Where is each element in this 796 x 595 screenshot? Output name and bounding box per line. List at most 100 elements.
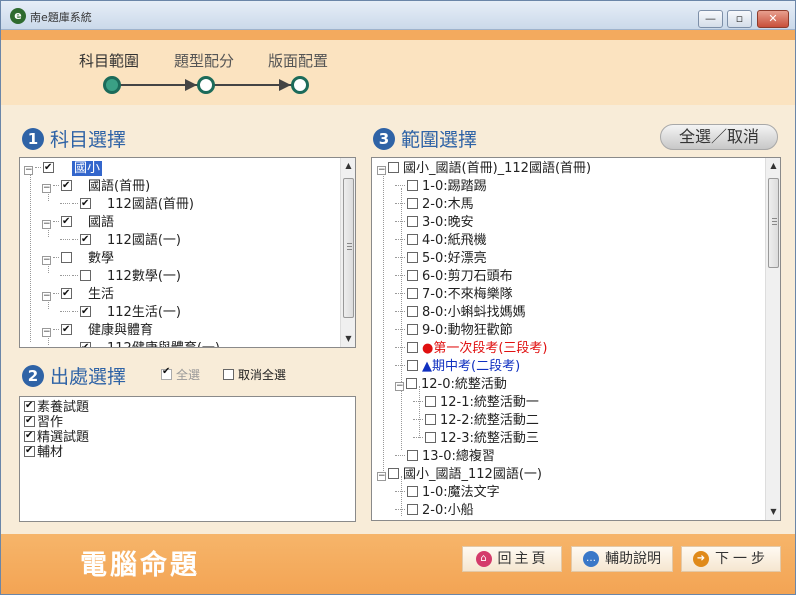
maximize-button[interactable]: ▫ xyxy=(727,10,752,28)
collapse-icon[interactable]: − xyxy=(377,472,386,481)
tree-checkbox[interactable] xyxy=(80,195,91,213)
help-button[interactable]: … 輔助說明 xyxy=(571,546,673,572)
collapse-icon[interactable]: − xyxy=(42,256,51,265)
range-tree-item[interactable]: − 國小_國語_112國語(一) xyxy=(377,466,542,484)
subject-tree-item[interactable]: 112國語(首冊) xyxy=(60,195,194,214)
range-tree-item[interactable]: 6-0:剪刀石頭布 xyxy=(395,268,513,286)
tree-checkbox[interactable] xyxy=(80,303,91,321)
source-list-panel[interactable]: 素養試題習作精選試題輔材 xyxy=(19,396,356,522)
subject-tree-item[interactable]: − 國語 xyxy=(42,213,114,232)
tree-checkbox[interactable] xyxy=(406,378,417,389)
range-tree-item[interactable]: 1-0:魔法文字 xyxy=(395,484,500,502)
range-tree-panel[interactable]: − 國小_國語(首冊)_112國語(首冊) 1-0:踢踏踢 2-0:木馬 3-0:晚安 4… xyxy=(371,157,781,521)
tree-checkbox[interactable] xyxy=(407,180,418,191)
subject-tree-item[interactable]: − 數學 xyxy=(42,250,114,268)
tree-checkbox[interactable] xyxy=(425,432,436,443)
scroll-down-icon[interactable]: ▼ xyxy=(342,332,355,346)
tree-checkbox[interactable] xyxy=(80,339,91,347)
tree-checkbox[interactable] xyxy=(407,450,418,461)
collapse-icon[interactable]: − xyxy=(395,382,404,391)
source-checkbox[interactable] xyxy=(24,443,35,458)
step-label-question-types[interactable]: 題型配分 xyxy=(174,50,234,71)
tree-checkbox[interactable] xyxy=(407,504,418,515)
tree-checkbox[interactable] xyxy=(61,213,72,231)
collapse-icon[interactable]: − xyxy=(42,184,51,193)
step-label-layout[interactable]: 版面配置 xyxy=(268,50,328,71)
range-tree-item[interactable]: − 12-0:統整活動 xyxy=(395,376,507,394)
range-tree-item[interactable]: 12-1:統整活動一 xyxy=(413,394,539,412)
tree-checkbox[interactable] xyxy=(425,414,436,425)
collapse-icon[interactable]: − xyxy=(42,292,51,301)
tree-checkbox[interactable] xyxy=(425,396,436,407)
collapse-icon[interactable]: − xyxy=(42,220,51,229)
tree-checkbox[interactable] xyxy=(407,360,418,371)
tree-checkbox[interactable] xyxy=(80,270,91,281)
range-tree-scrollbar[interactable]: ▲ ▼ xyxy=(765,158,780,520)
tree-checkbox[interactable] xyxy=(407,288,418,299)
range-tree-item[interactable]: 2-0:木馬 xyxy=(395,196,474,214)
subject-tree-item[interactable]: − 生活 xyxy=(42,285,114,304)
subject-tree-item[interactable]: 112國語(一) xyxy=(60,231,181,250)
tree-checkbox[interactable] xyxy=(407,306,418,317)
tree-checkbox[interactable] xyxy=(407,342,418,353)
tree-checkbox[interactable] xyxy=(407,324,418,335)
scroll-thumb[interactable] xyxy=(343,178,354,318)
source-checkbox[interactable] xyxy=(24,398,35,413)
range-tree-item[interactable]: 5-0:好漂亮 xyxy=(395,250,487,268)
scroll-thumb[interactable] xyxy=(768,178,779,268)
collapse-icon[interactable]: − xyxy=(24,166,33,175)
tree-checkbox[interactable] xyxy=(388,162,399,173)
source-checkbox[interactable] xyxy=(24,428,35,443)
source-checkbox[interactable] xyxy=(24,413,35,428)
range-tree-item[interactable]: 1-0:踢踏踢 xyxy=(395,178,487,196)
range-tree-item[interactable]: 4-0:紙飛機 xyxy=(395,232,487,250)
range-tree-item[interactable]: 2-0:小船 xyxy=(395,502,474,520)
range-tree-item[interactable]: 7-0:不來梅樂隊 xyxy=(395,286,513,304)
range-tree-item[interactable]: 3-0:晚安 xyxy=(395,214,474,232)
tree-checkbox[interactable] xyxy=(407,216,418,227)
next-button[interactable]: ➜ 下一步 xyxy=(681,546,781,572)
range-tree-item[interactable]: 12-3:統整活動三 xyxy=(413,430,539,448)
source-item[interactable]: 素養試題 xyxy=(24,398,89,415)
source-item[interactable]: 精選試題 xyxy=(24,428,89,445)
range-tree-item[interactable]: 8-0:小蝌蚪找媽媽 xyxy=(395,304,526,322)
subject-tree-item[interactable]: 112生活(一) xyxy=(60,303,181,322)
step-label-subject-range[interactable]: 科目範圍 xyxy=(79,50,139,71)
collapse-icon[interactable]: − xyxy=(42,328,51,337)
source-item[interactable]: 輔材 xyxy=(24,443,63,460)
tree-checkbox[interactable] xyxy=(43,159,54,177)
tree-checkbox[interactable] xyxy=(407,252,418,263)
scroll-up-icon[interactable]: ▲ xyxy=(767,159,780,173)
minimize-button[interactable]: — xyxy=(698,10,723,28)
range-tree-item[interactable]: ●第一次段考(三段考) xyxy=(395,340,548,358)
subject-tree-item[interactable]: − 國小 xyxy=(24,159,103,178)
tree-checkbox[interactable] xyxy=(61,252,72,263)
tree-checkbox[interactable] xyxy=(80,231,91,249)
range-tree-item[interactable]: 13-0:總複習 xyxy=(395,448,495,466)
tree-checkbox[interactable] xyxy=(407,234,418,245)
subject-tree-item[interactable]: − 健康與體育 xyxy=(42,321,153,340)
tree-checkbox[interactable] xyxy=(61,177,72,195)
subject-tree-item[interactable]: 112數學(一) xyxy=(60,268,181,286)
range-tree-item[interactable]: ▲期中考(二段考) xyxy=(395,358,520,376)
tree-checkbox[interactable] xyxy=(407,198,418,209)
tree-checkbox[interactable] xyxy=(407,486,418,497)
subject-tree-item[interactable]: 112健康與體育(一) xyxy=(60,339,220,347)
deselect-all-sources-checkbox[interactable]: 取消全選 xyxy=(223,366,286,383)
subject-tree-scrollbar[interactable]: ▲ ▼ xyxy=(340,158,355,347)
scroll-up-icon[interactable]: ▲ xyxy=(342,159,355,173)
home-button[interactable]: ⌂ 回主頁 xyxy=(462,546,562,572)
close-button[interactable]: ✕ xyxy=(757,10,789,28)
select-all-sources-checkbox[interactable]: 全選 xyxy=(161,366,200,383)
subject-tree-item[interactable]: − 國語(首冊) xyxy=(42,177,150,196)
tree-checkbox[interactable] xyxy=(388,468,399,479)
tree-checkbox[interactable] xyxy=(61,285,72,303)
range-tree-item[interactable]: 9-0:動物狂歡節 xyxy=(395,322,513,340)
tree-checkbox[interactable] xyxy=(407,270,418,281)
range-tree-item[interactable]: 12-2:統整活動二 xyxy=(413,412,539,430)
subject-tree-panel[interactable]: − 國小 − 國語(首冊) 112國語(首冊) − 國語 112國語(一) − 數學 112數學(一… xyxy=(19,157,356,348)
collapse-icon[interactable]: − xyxy=(377,166,386,175)
toggle-all-range-button[interactable]: 全選／取消 xyxy=(660,124,778,150)
range-tree-item[interactable]: − 國小_國語(首冊)_112國語(首冊) xyxy=(377,160,591,178)
tree-checkbox[interactable] xyxy=(61,321,72,339)
